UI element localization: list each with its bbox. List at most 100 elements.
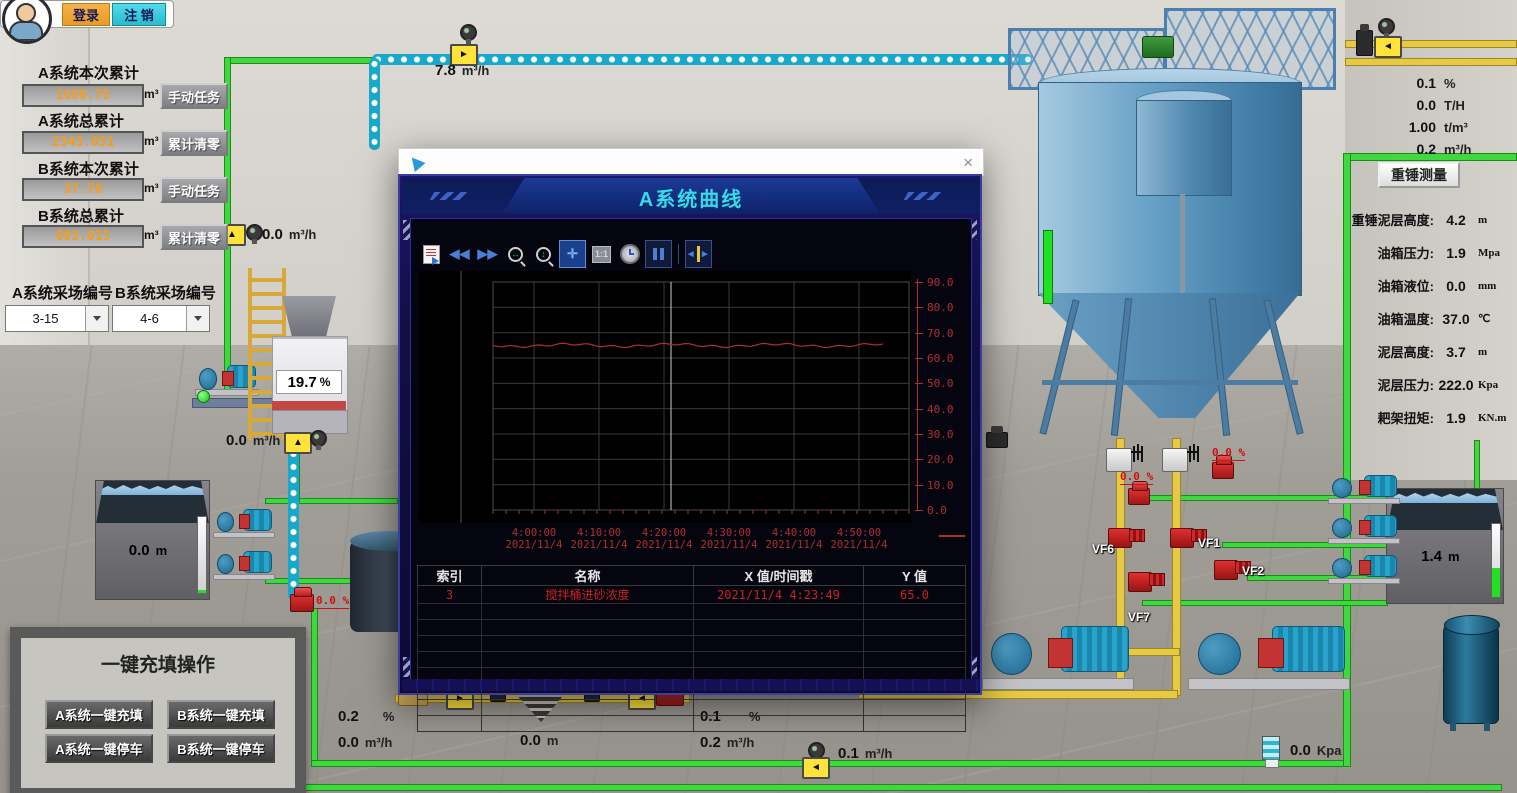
chevron-down-icon[interactable] <box>85 306 108 331</box>
control-valve-vf7-icon[interactable] <box>1128 572 1152 592</box>
zoom-x-button[interactable]: ↔ <box>503 241 528 267</box>
b-one-key-stop-button[interactable]: B系统一键停车 <box>167 734 275 763</box>
table-row-empty[interactable] <box>418 700 966 716</box>
b-one-key-fill-button[interactable]: B系统一键充填 <box>167 700 275 729</box>
left-sump-level-value: 0.0 <box>129 542 150 559</box>
y-tick-label: 60.0 <box>927 352 954 365</box>
cell-empty <box>864 700 966 716</box>
tr-value: 0.0 <box>1390 97 1436 113</box>
a-one-key-fill-button[interactable]: A系统一键充填 <box>45 700 153 729</box>
table-row-empty[interactable] <box>418 604 966 620</box>
air-receiver-tank <box>1443 622 1499 724</box>
col-name: 名称 <box>482 566 694 586</box>
x-tick-label: 4:20:002021/11/4 <box>628 527 700 551</box>
cell-empty <box>694 620 864 636</box>
zoom-y-button[interactable]: ↕ <box>531 241 556 267</box>
site-a-select[interactable]: 3-15 <box>5 305 109 332</box>
water-surface <box>101 483 205 496</box>
control-valve-vf2-icon[interactable] <box>1214 560 1238 580</box>
mixer-density-readout: 19.7 % <box>276 370 342 394</box>
gauge-icon <box>310 430 327 447</box>
flow-sensor-icon[interactable]: ▲ <box>284 432 312 454</box>
red-valve-icon[interactable] <box>290 594 314 612</box>
close-icon[interactable]: × <box>963 154 973 171</box>
a-one-key-stop-button[interactable]: A系统一键停车 <box>45 734 153 763</box>
pressure-sensor-icon[interactable] <box>1262 736 1280 760</box>
scroll-forward-button[interactable]: ▶▶ <box>475 241 500 267</box>
y-tick <box>915 333 923 334</box>
x-tick-label: 4:40:002021/11/4 <box>758 527 830 551</box>
site-b-select[interactable]: 4-6 <box>112 305 210 332</box>
flow-value: 0.2 <box>338 708 359 725</box>
heavy-hammer-title[interactable]: 重锤测量 <box>1378 162 1460 188</box>
hh-value: 37.0 <box>1434 311 1478 327</box>
tr-readout: 0.0T/H <box>1390 97 1465 113</box>
col-xvalue: X 值/时间戳 <box>694 566 864 586</box>
cell-empty <box>482 620 694 636</box>
series-legend-dash <box>939 535 965 537</box>
manual-task-button-a[interactable]: 手动任务 <box>160 83 228 109</box>
pan-button[interactable]: ✛ <box>559 240 586 268</box>
underflow-pump-a[interactable] <box>982 620 1132 690</box>
cell-empty <box>694 636 864 652</box>
manual-valve-icon[interactable] <box>1106 448 1132 472</box>
cell-yvalue: 65.0 <box>864 586 966 604</box>
y-tick <box>915 485 923 486</box>
manual-valve-icon[interactable] <box>1162 448 1188 472</box>
scroll-back-button[interactable]: ◀◀ <box>447 241 472 267</box>
stat-value: 2343.051 <box>52 135 115 150</box>
time-range-button[interactable] <box>617 241 642 267</box>
hh-unit: m <box>1478 214 1516 226</box>
reset-total-button-a[interactable]: 累计清零 <box>160 130 228 156</box>
control-valve-vf1-icon[interactable] <box>1170 528 1194 548</box>
thickener-shaft <box>1180 194 1185 294</box>
mixer-density-unit: % <box>320 375 331 389</box>
hh-row: 耙架扭矩: 1.9 KN.m <box>1338 408 1516 427</box>
popup-body: A系统曲线 ◀◀ ▶▶ ↔ ↕ ✛ 1:1 <box>398 174 982 695</box>
trend-plot[interactable] <box>419 271 911 523</box>
underflow-pump-b[interactable] <box>1188 620 1348 690</box>
x-tick-label: 4:10:002021/11/4 <box>563 527 635 551</box>
tr-readout: 0.1% <box>1390 75 1456 91</box>
logout-button[interactable]: 注 销 <box>112 3 166 26</box>
reset-total-button-b[interactable]: 累计清零 <box>160 224 228 250</box>
y-tick-label: 50.0 <box>927 377 954 390</box>
pause-button[interactable] <box>645 240 672 268</box>
density-sensor-icon[interactable] <box>1356 30 1373 56</box>
red-valve-icon[interactable] <box>1128 488 1150 505</box>
right-sump-level-value: 1.4 <box>1421 548 1442 565</box>
table-row[interactable]: 3 搅拌桶进砂浓度 2021/11/4 4:23:49 65.0 <box>418 586 966 604</box>
pipe-slurry-dotted <box>369 58 380 150</box>
cell-index: 3 <box>418 586 482 604</box>
return-pump-2[interactable] <box>1328 512 1398 544</box>
popup-titlebar[interactable]: × <box>398 148 984 176</box>
bl-pct-readout: 0.2 % <box>338 708 394 725</box>
col-index: 索引 <box>418 566 482 586</box>
tr-value: 0.1 <box>1390 75 1436 91</box>
flow-sensor-icon[interactable]: ◄ <box>802 757 830 779</box>
sump-pump-1[interactable] <box>213 506 273 538</box>
valve-open-pct: 0.0 % <box>1212 446 1245 461</box>
flow-unit: % <box>383 709 395 724</box>
table-row-empty[interactable] <box>418 716 966 732</box>
red-valve-icon[interactable] <box>1212 462 1234 479</box>
flow-sensor-icon[interactable]: ◄ <box>1374 36 1402 58</box>
cursor-tool-button[interactable] <box>685 240 712 268</box>
stat-value-box: 1680.75 <box>22 84 144 107</box>
return-pump-3[interactable] <box>1328 552 1398 584</box>
stat-label: B系统本次累计 <box>38 158 139 179</box>
table-row-empty[interactable] <box>418 636 966 652</box>
manual-task-button-b[interactable]: 手动任务 <box>160 177 228 203</box>
one-to-one-button[interactable]: 1:1 <box>589 241 614 267</box>
export-report-button[interactable] <box>419 241 444 267</box>
hh-unit: mm <box>1478 280 1516 292</box>
chevron-down-icon[interactable] <box>186 306 209 331</box>
table-row-empty[interactable] <box>418 620 966 636</box>
flow-unit: m³/h <box>865 746 892 761</box>
hh-unit: ℃ <box>1478 312 1516 325</box>
login-button[interactable]: 登录 <box>62 3 110 26</box>
toolbar-separator <box>678 244 679 264</box>
table-row-empty[interactable] <box>418 652 966 668</box>
sump-pump-2[interactable] <box>213 548 273 580</box>
return-pump-1[interactable] <box>1328 472 1398 504</box>
